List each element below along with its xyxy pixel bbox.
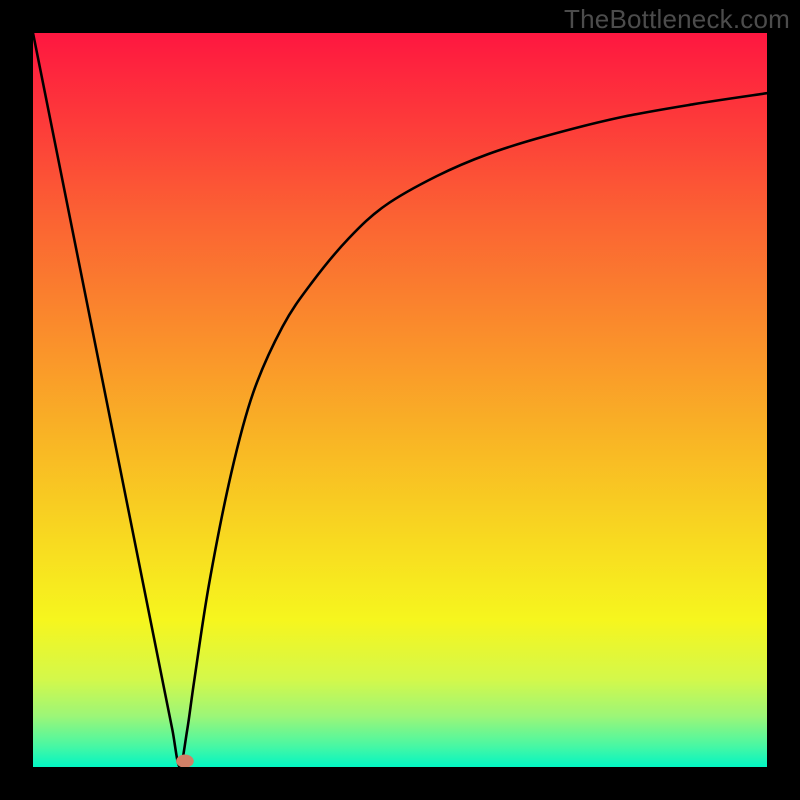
plot-svg [33,33,767,767]
gradient-background [33,33,767,767]
plot-area [33,33,767,767]
watermark-text: TheBottleneck.com [564,4,790,35]
chart-frame: TheBottleneck.com [0,0,800,800]
